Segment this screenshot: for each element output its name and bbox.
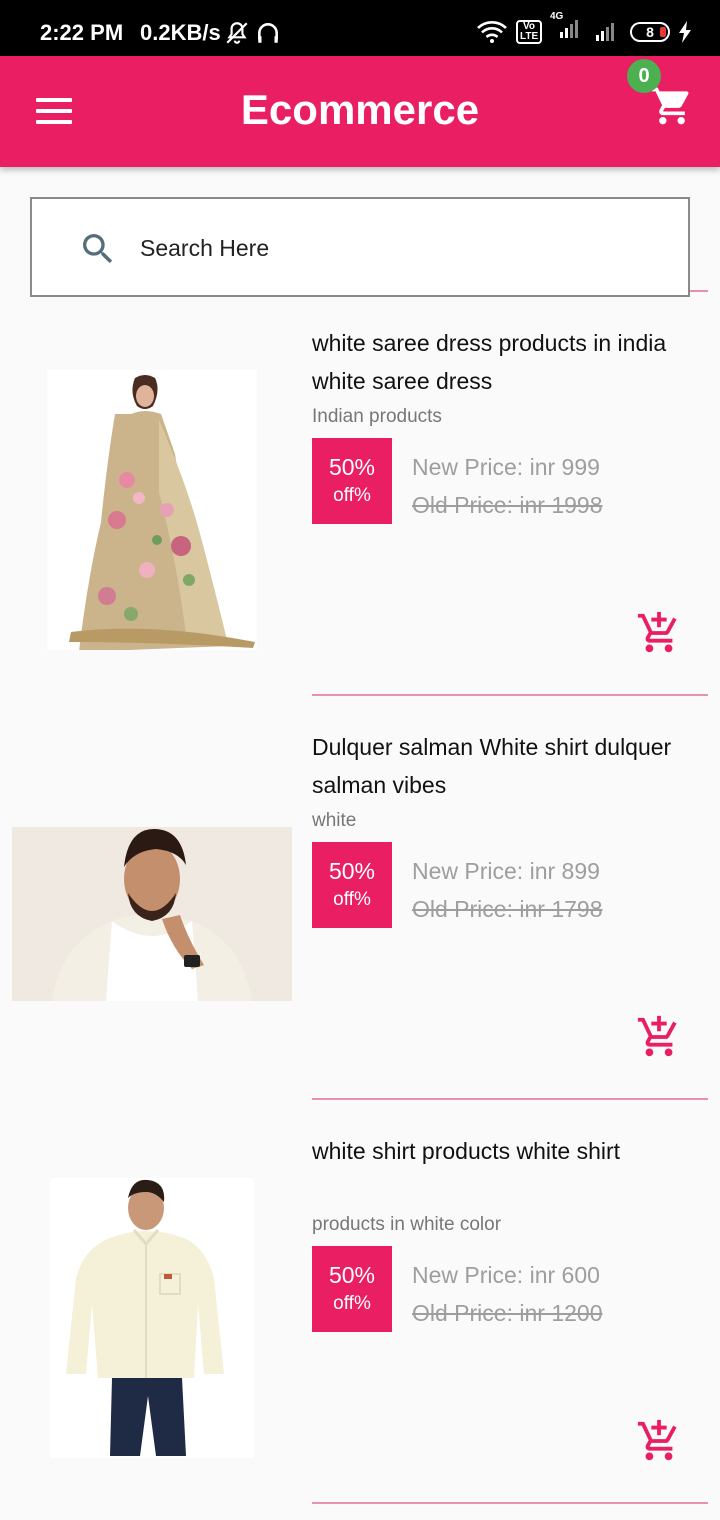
network-type: 4G [550,11,564,22]
status-bar: 2:22 PM 0.2KB/s Vo LTE 4G 8 [0,0,720,56]
battery-icon: 8 [630,21,670,42]
add-to-cart-button[interactable] [636,1014,682,1060]
add-to-cart-icon [637,1419,677,1461]
new-price: New Price: inr 899 [412,858,600,884]
divider [312,1502,708,1504]
discount-badge: 50% off% [312,842,392,928]
wifi-icon [477,20,507,43]
app-bar: Ecommerce 0 [0,56,720,167]
product-title: Dulquer salman White shirt dulquer salma… [312,734,672,798]
status-net-speed: 0.2KB/s [140,20,221,45]
discount-suffix: off% [333,1293,371,1314]
discount-badge: 50% off% [312,1246,392,1332]
discount-badge: 50% off% [312,438,392,524]
add-to-cart-button[interactable] [636,610,682,656]
product-image-white-shirt[interactable] [50,1178,254,1458]
discount-suffix: off% [333,485,371,506]
battery-level: 8 [646,23,654,40]
battery-low-indicator [660,26,666,37]
headphones-icon [258,23,279,43]
search-box[interactable] [30,197,690,297]
discount-percent: 50% [328,858,376,884]
product-subtitle: products in white color [312,1214,502,1235]
status-right-icons: Vo LTE 4G 8 [476,12,692,45]
signal-bars-2-icon [596,22,614,41]
new-price: New Price: inr 999 [412,454,600,480]
app-title: Ecommerce [240,86,480,133]
white-shirt-image [50,1178,254,1458]
cart-count-badge: 0 [627,59,661,93]
product-title: white shirt products white shirt [312,1138,621,1164]
cart-button[interactable] [650,84,698,132]
discount-percent: 50% [328,454,376,480]
saree-image [47,370,257,650]
product-title: white saree dress products in india whit… [312,330,667,394]
volte-icon: Vo LTE [516,19,542,44]
muted-bell-icon [226,22,248,44]
old-price: Old Price: inr 1798 [412,896,603,922]
add-to-cart-icon [637,611,677,653]
discount-percent: 50% [328,1262,376,1288]
old-price: Old Price: inr 1998 [412,492,603,518]
add-to-cart-icon [637,1015,677,1057]
search-input[interactable] [138,227,662,269]
signal-4g-icon: 4G [550,12,584,45]
product-card[interactable]: white shirt products white shirt product… [0,1100,720,1504]
product-image-saree[interactable] [47,370,257,650]
product-card[interactable]: Dulquer salman White shirt dulquer salma… [0,696,720,1100]
charging-bolt-icon [679,20,691,43]
discount-suffix: off% [333,889,371,910]
product-image-shirt-man[interactable] [12,827,292,1001]
product-card[interactable]: white saree dress products in india whit… [0,292,720,696]
status-time: 2:22 PM [40,20,124,45]
dulquer-image [12,827,292,1001]
product-subtitle: Indian products [312,406,442,427]
old-price: Old Price: inr 1200 [412,1300,603,1326]
new-price: New Price: inr 600 [412,1262,600,1288]
add-to-cart-button[interactable] [636,1418,682,1464]
search-icon [83,234,113,264]
cart-icon [651,87,689,125]
status-left-icons [224,20,282,46]
product-subtitle: white [312,810,357,831]
volte-label: Vo LTE [520,20,539,42]
